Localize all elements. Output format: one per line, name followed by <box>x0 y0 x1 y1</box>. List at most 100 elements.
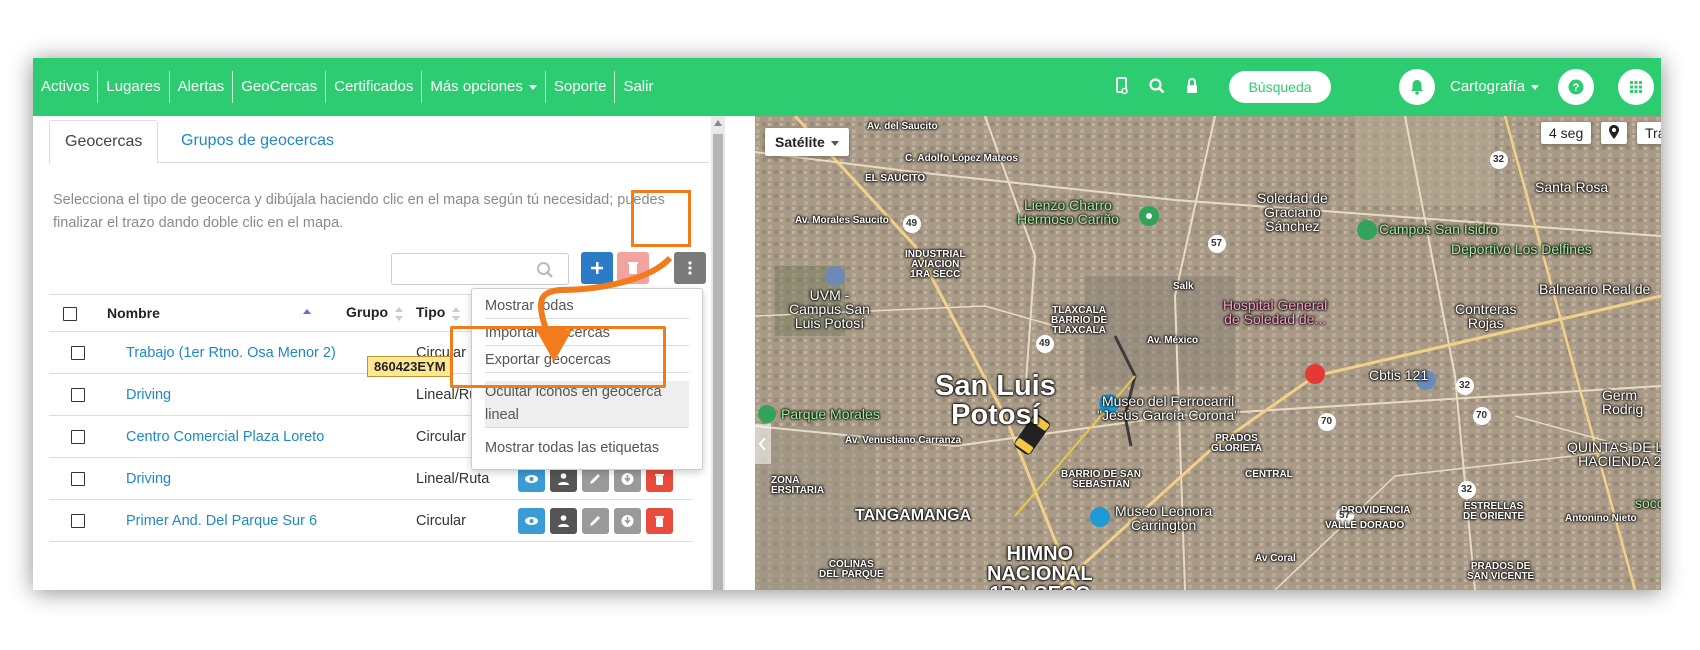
grid-icon <box>1630 81 1642 93</box>
sort-icon <box>395 306 403 321</box>
header-name[interactable]: Nombre <box>106 294 345 332</box>
annotation-highlight-box <box>631 190 691 247</box>
map-road-label: Antonino Nieto <box>1565 513 1637 524</box>
refresh-interval[interactable]: 4 seg <box>1541 122 1592 144</box>
nav-links: Activos Lugares Alertas GeoCercas Certif… <box>33 58 661 116</box>
pencil-icon <box>590 473 600 484</box>
kebab-menu-icon <box>688 261 692 275</box>
cartography-label: Cartografía <box>1450 78 1526 95</box>
row-select-cell <box>49 331 106 374</box>
download-button[interactable] <box>614 507 641 534</box>
eye-icon <box>525 474 538 483</box>
geofence-name-link[interactable]: Driving <box>126 471 171 487</box>
map-place-label: Balneario Real de <box>1539 281 1651 297</box>
top-navbar: Activos Lugares Alertas GeoCercas Certif… <box>33 58 1661 116</box>
map-road-label: Av Coral <box>1255 553 1296 564</box>
map-road-label: Av. del Saucito <box>867 121 938 132</box>
row-name-cell: Driving <box>106 457 345 500</box>
row-name-cell: Driving <box>106 373 345 416</box>
header-group[interactable]: Grupo <box>345 294 415 332</box>
row-name-cell: Centro Comercial Plaza Loreto <box>106 415 345 458</box>
nav-lugares[interactable]: Lugares <box>98 71 170 103</box>
row-checkbox[interactable] <box>71 471 85 486</box>
map-road-label: Av. México <box>1147 335 1199 346</box>
trash-icon <box>655 515 664 527</box>
map-type-select[interactable]: Satélite <box>765 128 849 156</box>
geofence-name-link[interactable]: Trabajo (1er Rtno. Osa Menor 2) <box>126 345 336 361</box>
geofence-name-link[interactable]: Primer And. Del Parque Sur 6 <box>126 513 317 529</box>
tab-grupos-geocercas[interactable]: Grupos de geocercas <box>166 120 349 162</box>
svg-text:?: ? <box>1573 82 1580 94</box>
nav-geocercas[interactable]: GeoCercas <box>233 71 327 103</box>
scrollbar-thumb[interactable] <box>713 134 723 590</box>
lock-icon[interactable] <box>1185 77 1199 95</box>
nav-activos[interactable]: Activos <box>33 71 99 103</box>
map-area-label: Santa Rosa <box>1535 179 1609 195</box>
notifications-button[interactable] <box>1399 69 1435 105</box>
location-button[interactable] <box>1601 122 1627 144</box>
map-area-label: ESTRELLAS DE ORIENTE <box>1463 501 1525 522</box>
row-select-cell <box>49 415 106 458</box>
map-place-label: Deportivo Los Delfines <box>1451 241 1592 257</box>
map-pin-icon <box>1609 125 1619 139</box>
road-shield-label: 32 <box>1459 380 1471 391</box>
search-button[interactable]: Búsqueda <box>1229 71 1331 103</box>
delete-button[interactable] <box>646 507 673 534</box>
panel-tabs: Geocercas Grupos de geocercas <box>49 120 709 164</box>
panel-scrollbar[interactable] <box>711 116 725 590</box>
road-shield-label: 57 <box>1339 510 1351 521</box>
cartography-menu[interactable]: Cartografía <box>1450 78 1540 95</box>
chevron-down-icon <box>830 140 839 146</box>
map-area-label: ZONA ERSITARIA <box>771 475 825 496</box>
row-checkbox[interactable] <box>71 513 85 528</box>
assign-button[interactable] <box>550 507 577 534</box>
map-place-label: UVM - Campus San Luis Potosí <box>789 287 870 331</box>
nav-certificados[interactable]: Certificados <box>326 71 423 103</box>
road-shield-label: 49 <box>1039 338 1051 349</box>
tab-geocercas[interactable]: Geocercas <box>49 120 159 164</box>
table-row: Primer And. Del Parque Sur 6 Circular <box>49 499 693 542</box>
mobile-device-icon[interactable] <box>1115 77 1129 95</box>
search-icon[interactable] <box>1149 77 1165 95</box>
map-area-label: HIMNO NACIONAL 1RA SECC <box>987 543 1093 590</box>
eye-icon <box>525 516 538 525</box>
sort-asc-icon <box>302 309 311 315</box>
nav-alertas[interactable]: Alertas <box>170 71 234 103</box>
nav-icon-group <box>1115 77 1199 95</box>
nav-soporte[interactable]: Soporte <box>546 71 616 103</box>
collapse-panel-button[interactable] <box>755 424 771 464</box>
view-button[interactable] <box>518 507 545 534</box>
road-shield-label: 70 <box>1321 416 1333 427</box>
geofence-name-link[interactable]: Driving <box>126 387 171 403</box>
geofence-name-link[interactable]: Centro Comercial Plaza Loreto <box>126 429 324 445</box>
map-road-label: Salk <box>1173 281 1194 292</box>
row-name-cell: Trabajo (1er Rtno. Osa Menor 2) <box>106 331 345 374</box>
map-place-label: Campos San Isidro <box>1379 221 1499 237</box>
nav-mas-opciones[interactable]: Más opciones <box>422 71 546 103</box>
apps-button[interactable] <box>1618 69 1654 105</box>
map-area-label: INDUSTRIAL AVIACION 1RA SECC <box>905 249 966 280</box>
row-checkbox[interactable] <box>71 387 85 402</box>
row-checkbox[interactable] <box>71 429 85 444</box>
vehicle-plate-label[interactable]: 860423EYM <box>367 356 453 377</box>
row-select-cell <box>49 499 106 542</box>
row-checkbox[interactable] <box>71 345 85 360</box>
map-view[interactable]: Av. Morales Saucito C. Adolfo López Mate… <box>755 116 1661 590</box>
menu-item-show-labels[interactable]: Mostrar todas las etiquetas <box>485 437 689 460</box>
nav-salir[interactable]: Salir <box>615 71 661 103</box>
user-icon <box>558 514 569 527</box>
map-type-label: Satélite <box>775 134 825 150</box>
row-group-cell <box>345 457 415 500</box>
scroll-up-icon[interactable] <box>714 120 722 126</box>
traffic-toggle[interactable]: Tráfico <box>1637 122 1661 144</box>
edit-button[interactable] <box>582 507 609 534</box>
help-button[interactable]: ? <box>1558 69 1594 105</box>
map-area-label: CENTRAL <box>1245 469 1293 480</box>
row-select-cell <box>49 373 106 416</box>
bell-icon <box>1411 80 1423 95</box>
road-shield-label: 32 <box>1493 154 1505 165</box>
row-select-cell <box>49 457 106 500</box>
map-city-label: Soledad de Graciano Sánchez <box>1257 190 1328 234</box>
menu-item-hide-linear-icons[interactable]: Ocultar iconos en geocerca lineal <box>485 381 689 428</box>
select-all-checkbox[interactable] <box>63 307 77 322</box>
